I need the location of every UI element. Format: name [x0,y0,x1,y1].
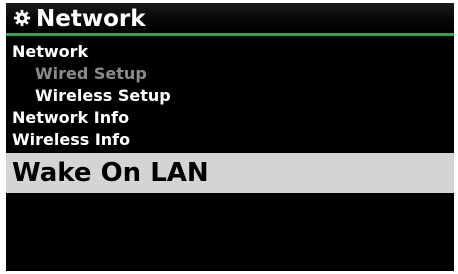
menu-item-network-info[interactable]: Network Info [6,107,454,129]
menu-item-wired-setup: Wired Setup [6,63,454,85]
menu-item-label: Wake On LAN [12,158,209,188]
menu-item-wireless-setup[interactable]: Wireless Setup [6,85,454,107]
header-bar: Network [6,3,454,36]
menu-item-label: Network [12,42,89,61]
device-screen: Network Network Wired Setup Wireless Set… [6,3,454,271]
menu-item-wake-on-lan[interactable]: Wake On LAN [6,153,454,193]
page-title: Network [36,6,146,32]
gear-icon [13,9,31,27]
menu-item-label: Wired Setup [35,64,147,83]
menu-item-label: Wireless Info [12,130,131,149]
menu-item-wireless-info[interactable]: Wireless Info [6,129,454,151]
menu-item-label: Network Info [12,108,130,127]
menu-item-label: Wireless Setup [35,86,171,105]
menu-item-network[interactable]: Network [6,41,454,63]
